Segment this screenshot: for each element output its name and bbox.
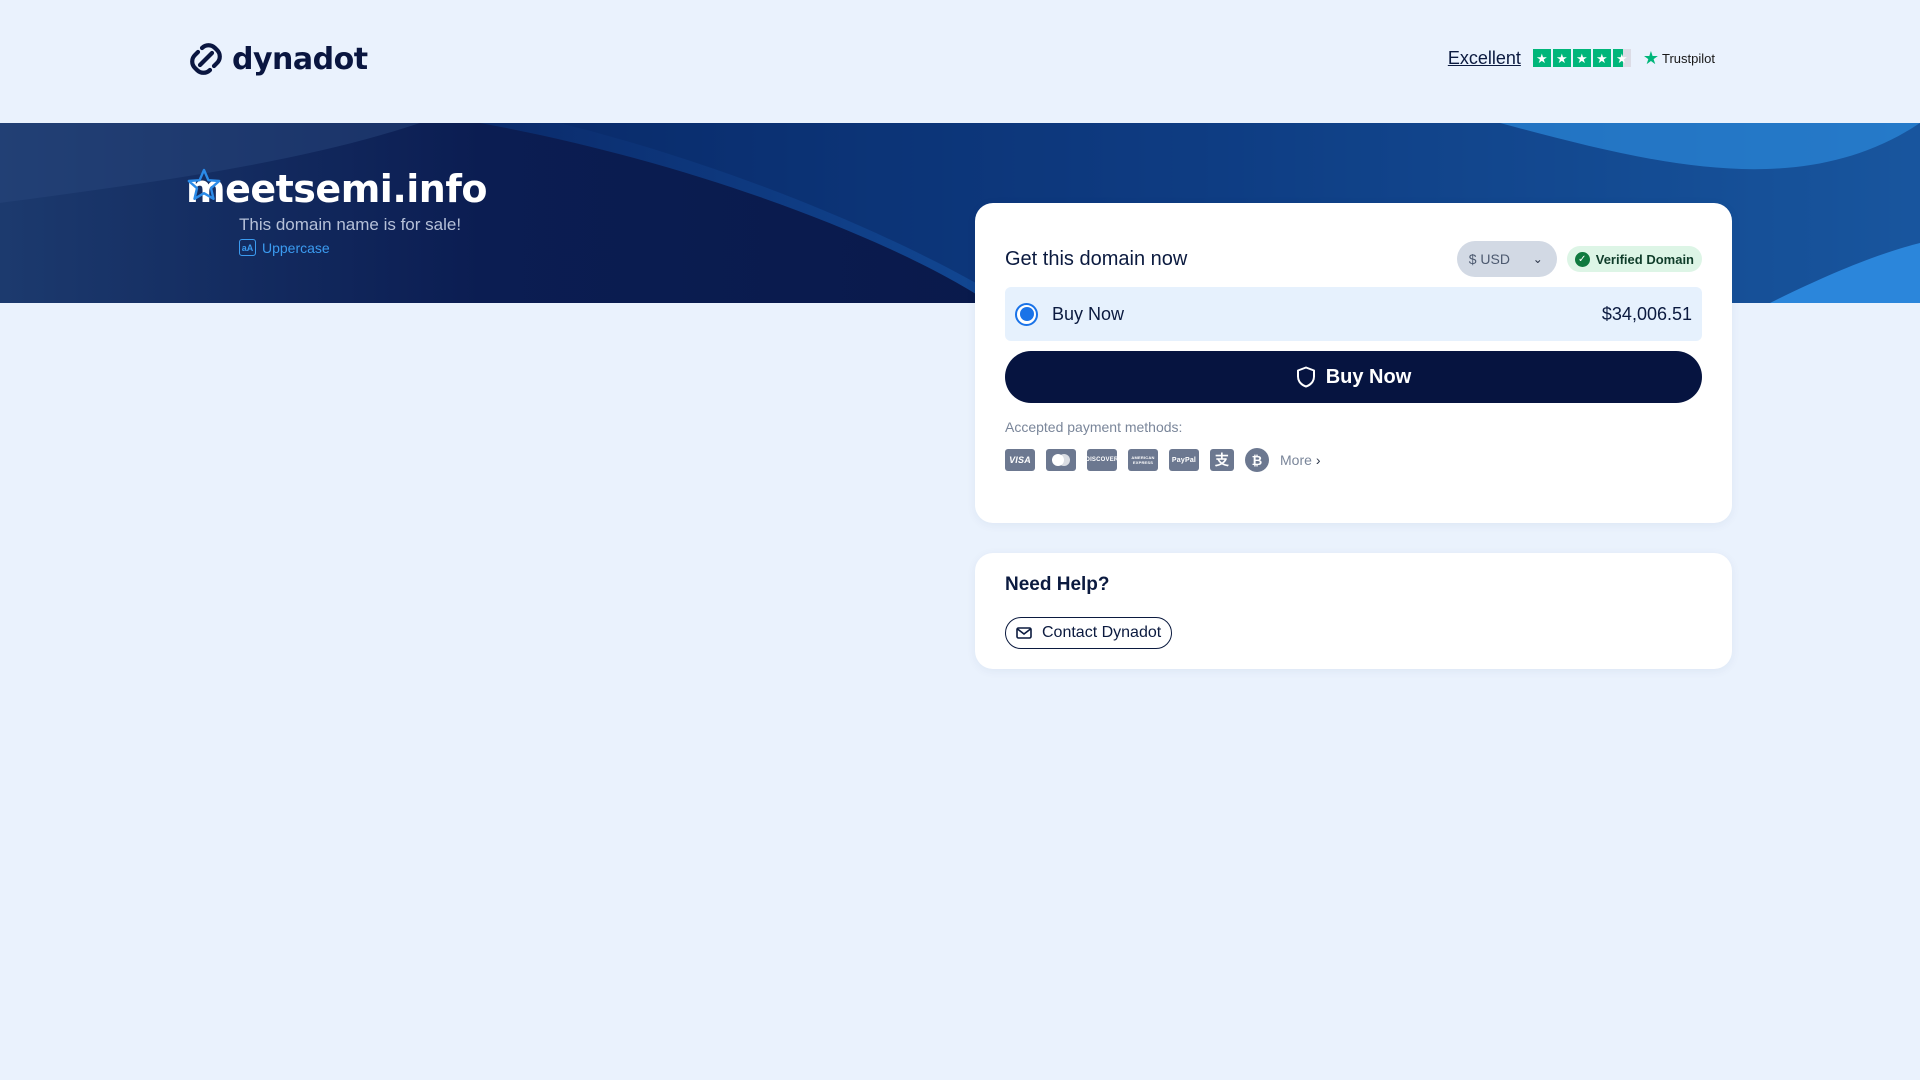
more-payment-methods-link[interactable]: More › xyxy=(1280,452,1321,468)
uppercase-label: Uppercase xyxy=(262,239,330,256)
buy-now-option[interactable]: Buy Now $34,006.51 xyxy=(1005,287,1702,341)
trustpilot-star-icon: ★ xyxy=(1642,47,1660,68)
purchase-card: Get this domain now $ USD ⌄ ✓ Verified D… xyxy=(975,203,1732,523)
favorite-star-icon[interactable] xyxy=(186,167,222,203)
chain-link-icon xyxy=(190,43,222,75)
star-icon: ★ xyxy=(1552,49,1571,67)
for-sale-subtitle: This domain name is for sale! xyxy=(239,215,462,234)
verified-label: Verified Domain xyxy=(1595,251,1694,267)
verified-domain-badge: ✓ Verified Domain xyxy=(1566,246,1702,272)
purchase-title: Get this domain now xyxy=(1005,247,1188,270)
purchase-card-header: Get this domain now $ USD ⌄ ✓ Verified D… xyxy=(1005,241,1702,277)
trustpilot-widget[interactable]: Excellent ★ ★ ★ ★ ★ ★ Trustpilot xyxy=(1448,46,1715,70)
contact-dynadot-button[interactable]: Contact Dynadot xyxy=(1005,617,1173,649)
uppercase-toggle[interactable]: aA Uppercase xyxy=(239,239,487,256)
mail-icon xyxy=(1016,627,1032,639)
star-icon: ★ xyxy=(1592,49,1611,67)
payment-methods: VISA DISCOVER AMERICAN EXPRESS PayPal 支 … xyxy=(1005,447,1321,473)
logo-text: dynadot xyxy=(232,41,368,77)
discover-icon: DISCOVER xyxy=(1086,449,1118,471)
currency-select[interactable]: $ USD ⌄ xyxy=(1456,241,1557,277)
trustpilot-rating-link[interactable]: Excellent xyxy=(1448,48,1521,69)
domain-name: meetsemi.info xyxy=(186,167,487,211)
radio-selected-dot xyxy=(1019,307,1034,321)
half-star-icon: ★ xyxy=(1612,49,1631,67)
currency-value: $ USD xyxy=(1468,251,1510,267)
mastercard-icon xyxy=(1046,449,1076,471)
check-circle-icon: ✓ xyxy=(1574,251,1590,267)
chevron-right-icon: › xyxy=(1315,452,1321,468)
buy-now-radio[interactable] xyxy=(1015,302,1038,326)
domain-title-row: meetsemi.info xyxy=(186,167,487,211)
more-label: More xyxy=(1280,452,1312,468)
help-title: Need Help? xyxy=(1005,574,1110,595)
bitcoin-icon: ₿ xyxy=(1245,448,1269,472)
amex-icon: AMERICAN EXPRESS xyxy=(1128,449,1158,471)
payment-methods-label: Accepted payment methods: xyxy=(1005,419,1183,435)
option-label: Buy Now xyxy=(1052,303,1125,324)
option-price: $34,006.51 xyxy=(1601,303,1692,324)
buy-button-label: Buy Now xyxy=(1325,365,1412,388)
trustpilot-logo: ★ Trustpilot xyxy=(1643,48,1715,69)
shield-icon xyxy=(1296,366,1315,388)
text-case-icon: aA xyxy=(239,239,256,256)
visa-icon: VISA xyxy=(1005,449,1035,471)
help-card: Need Help? Contact Dynadot xyxy=(975,553,1732,669)
hero-content: meetsemi.info This domain name is for sa… xyxy=(186,167,487,256)
star-icon: ★ xyxy=(1572,49,1591,67)
chevron-down-icon: ⌄ xyxy=(1532,252,1543,266)
site-header: dynadot Excellent ★ ★ ★ ★ ★ ★ Trustpilot xyxy=(0,0,1920,123)
contact-label: Contact Dynadot xyxy=(1042,624,1162,641)
alipay-icon: 支 xyxy=(1210,449,1234,471)
star-icon: ★ xyxy=(1532,49,1551,67)
trustpilot-brand: Trustpilot xyxy=(1662,50,1715,66)
trustpilot-stars: ★ ★ ★ ★ ★ xyxy=(1532,49,1631,67)
paypal-icon: PayPal xyxy=(1169,449,1199,471)
dynadot-logo[interactable]: dynadot xyxy=(186,38,368,80)
buy-now-button[interactable]: Buy Now xyxy=(1005,351,1702,403)
